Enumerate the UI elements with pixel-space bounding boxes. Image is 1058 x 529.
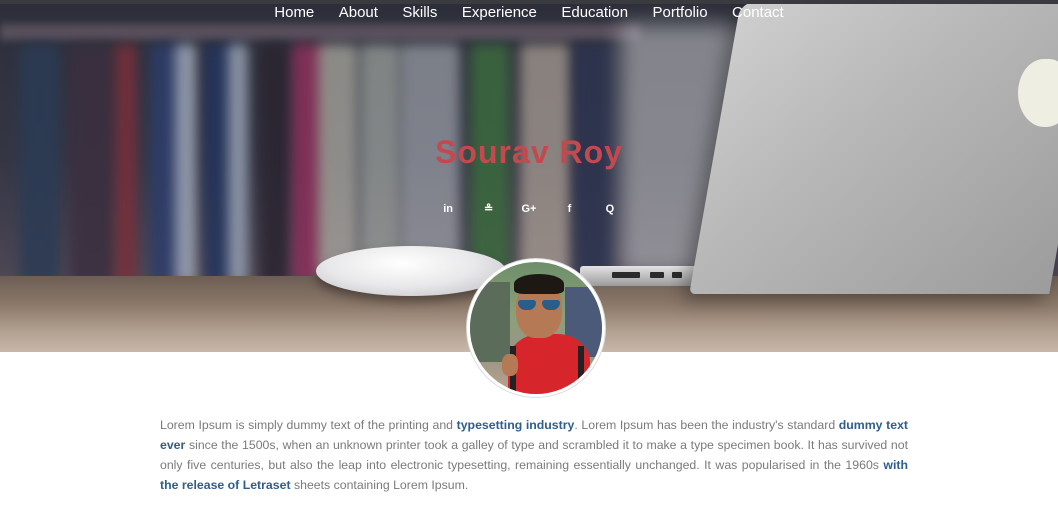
google-plus-icon[interactable]: G+: [518, 203, 540, 215]
stackoverflow-icon[interactable]: ≗: [478, 202, 500, 215]
nav-skills[interactable]: Skills: [402, 4, 437, 22]
nav-education[interactable]: Education: [561, 4, 628, 22]
laptop-port: [650, 272, 664, 278]
quora-icon[interactable]: Q: [599, 203, 621, 215]
nav-about[interactable]: About: [339, 4, 378, 22]
about-text: since the 1500s, when an unknown printer…: [160, 438, 908, 472]
profile-name: Sourav Roy: [435, 134, 623, 170]
about-paragraph: Lorem Ipsum is simply dummy text of the …: [160, 415, 908, 495]
avatar: [467, 259, 605, 397]
shelf: [0, 24, 640, 40]
about-text: Lorem Ipsum is simply dummy text of the …: [160, 418, 457, 432]
laptop-port: [672, 272, 682, 278]
social-links: in ≗ G+ f Q: [0, 199, 1058, 217]
nav-contact[interactable]: Contact: [732, 4, 784, 22]
linkedin-icon[interactable]: in: [437, 203, 459, 215]
nav-portfolio[interactable]: Portfolio: [653, 4, 708, 22]
about-highlight: typesetting industry: [456, 418, 575, 432]
main-nav: Home About Skills Experience Education P…: [0, 4, 1058, 22]
facebook-icon[interactable]: f: [558, 203, 580, 215]
photo-hair: [514, 274, 564, 294]
nav-experience[interactable]: Experience: [462, 4, 537, 22]
about-text: sheets containing Lorem Ipsum.: [290, 478, 469, 492]
photo-sunglasses: [518, 300, 560, 310]
top-border: [0, 0, 1058, 4]
photo-bg: [470, 282, 510, 362]
photo-hand: [502, 354, 518, 376]
avatar-photo: [470, 262, 602, 394]
about-text: . Lorem Ipsum has been the industry's st…: [574, 418, 839, 432]
photo-strap: [578, 346, 584, 394]
laptop-port: [612, 272, 640, 278]
nav-home[interactable]: Home: [274, 4, 314, 22]
